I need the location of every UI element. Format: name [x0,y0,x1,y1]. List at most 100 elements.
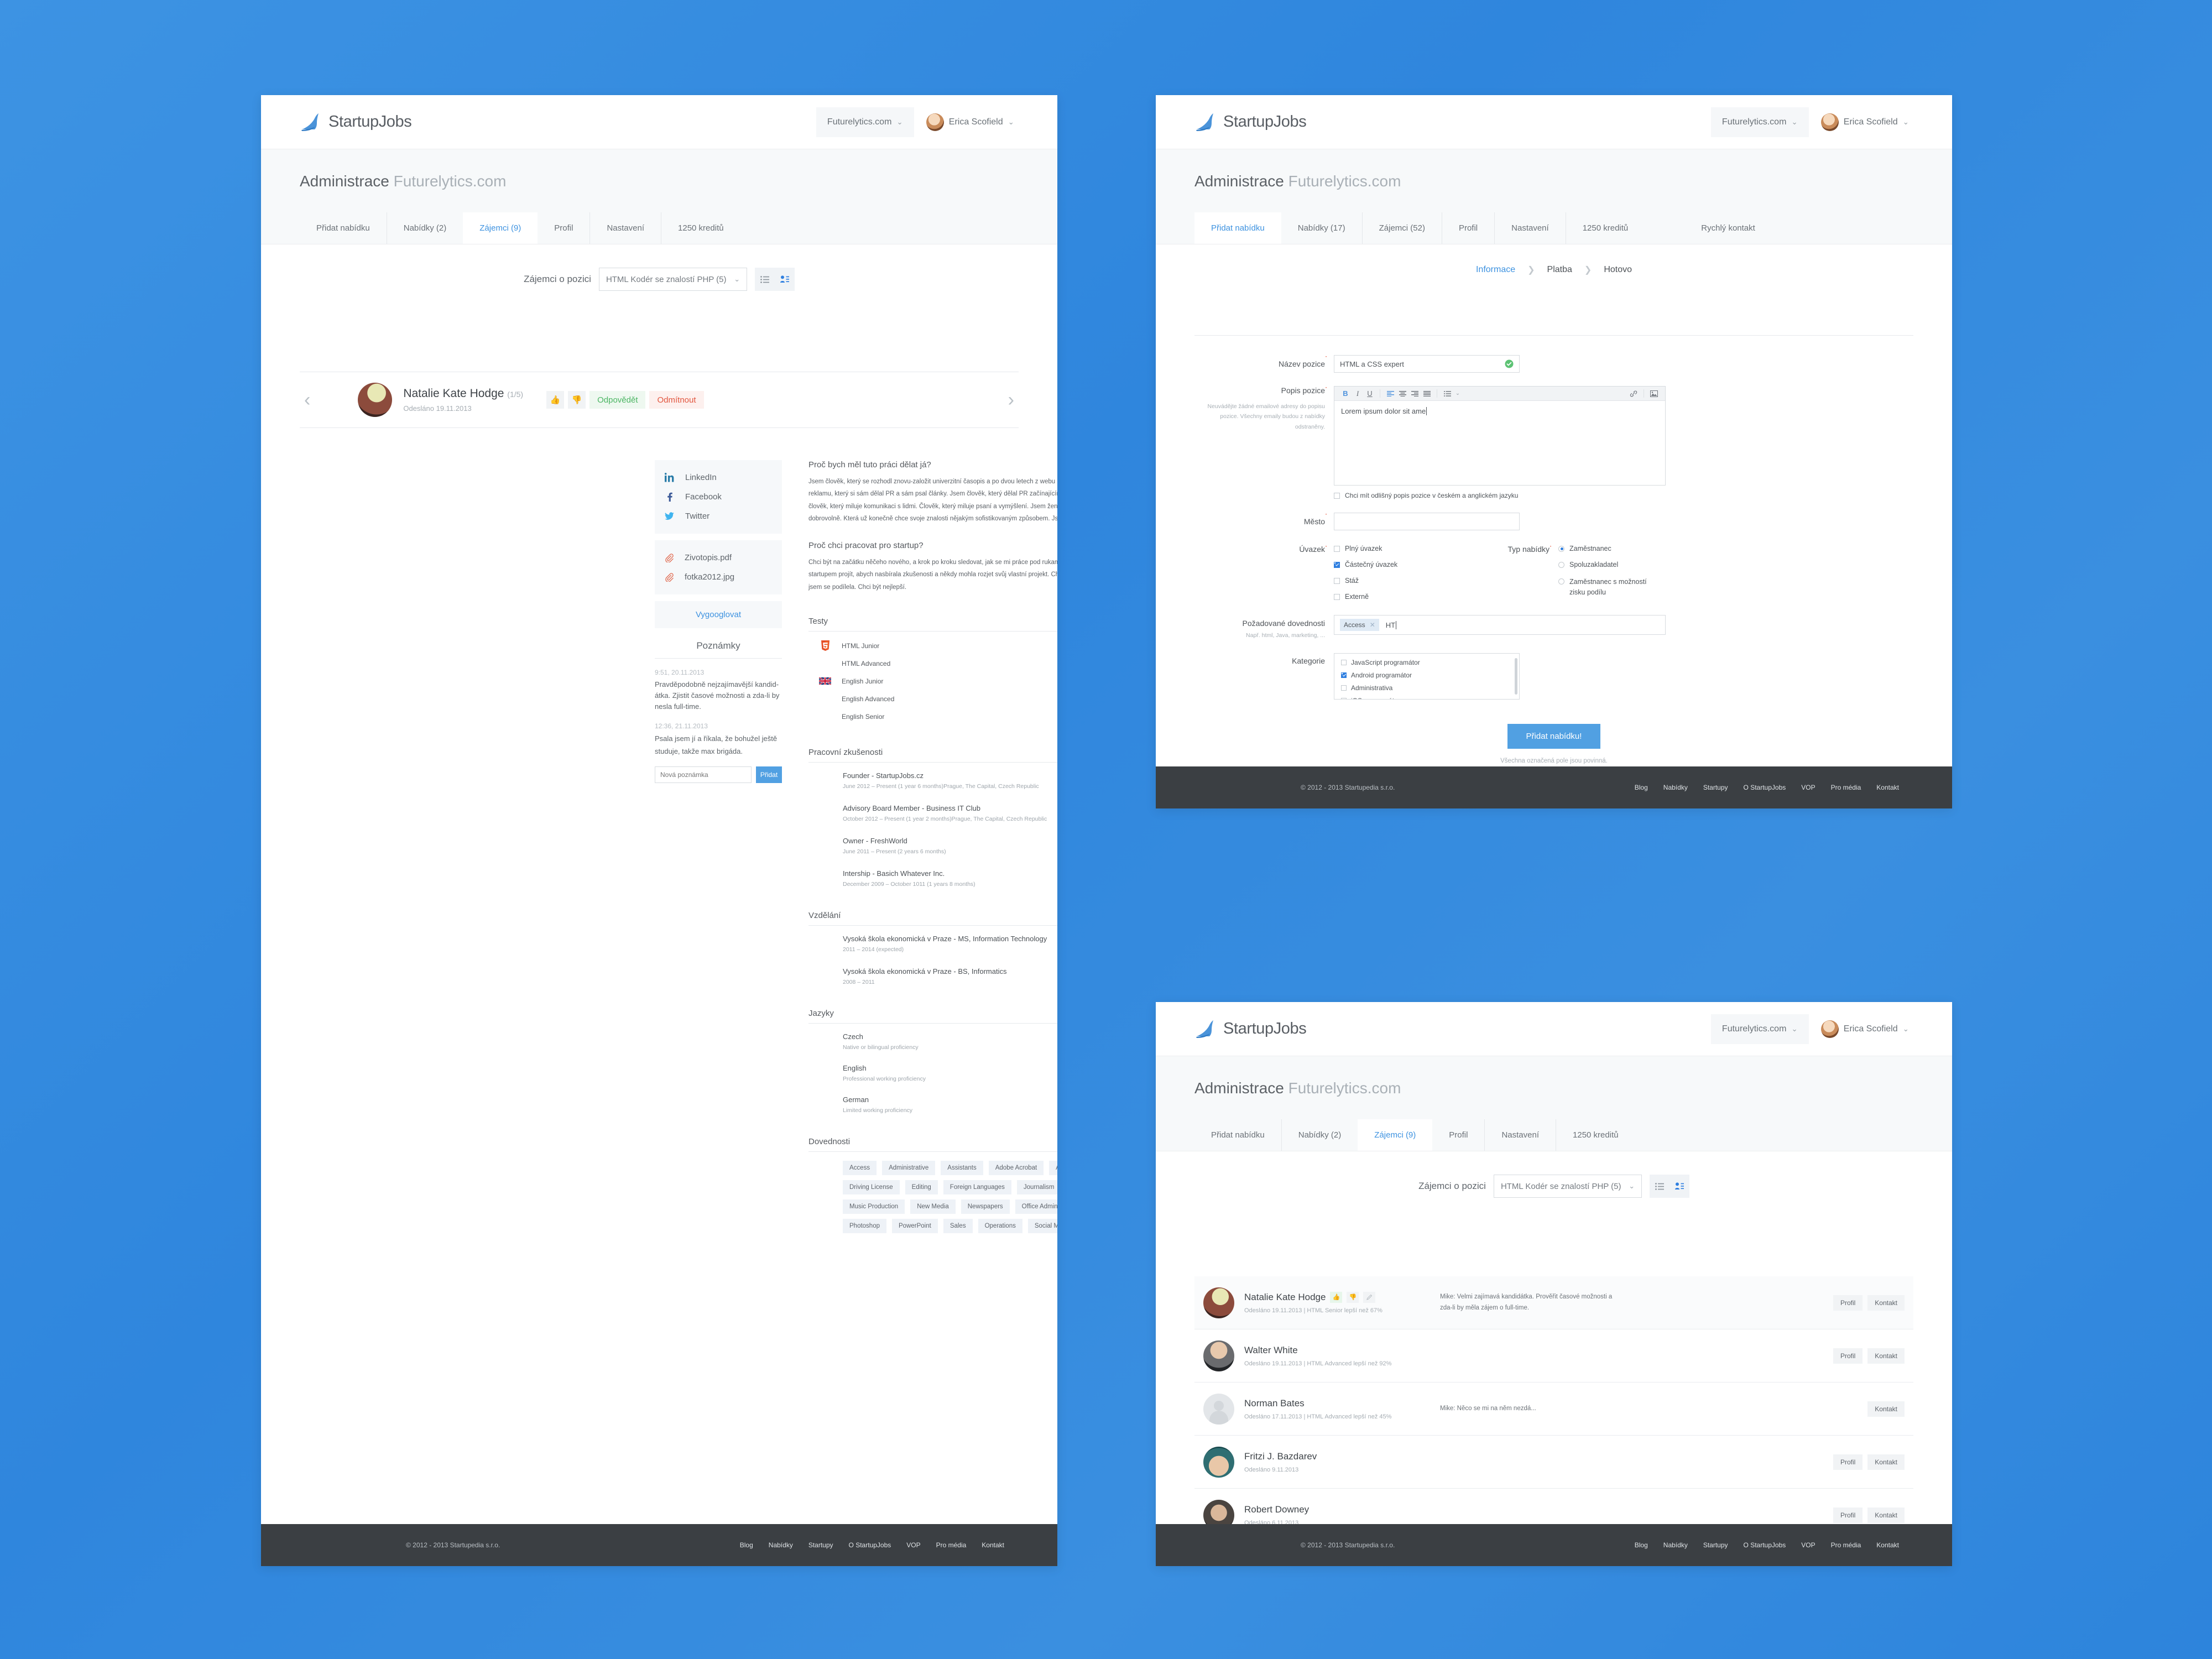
brand-logo[interactable]: StartupJobs [1194,113,1307,132]
checkbox[interactable] [1341,698,1347,699]
new-note-input[interactable] [655,766,752,783]
tab-pridat-nabidku[interactable]: Přidat nabídku [1194,1119,1281,1151]
footer-link[interactable]: Blog [1635,784,1648,791]
workload-option-castecny[interactable]: Částečný úvazek [1334,561,1478,568]
tab-zajemci[interactable]: Zájemci (9) [1358,1119,1433,1151]
description-textarea[interactable]: Lorem ipsum dolor sit ame [1334,401,1665,421]
prev-candidate-button[interactable]: ‹ [304,390,310,409]
category-option-administrativa[interactable]: Administrativa [1341,684,1512,692]
list-view-button[interactable] [754,268,775,291]
city-input[interactable] [1334,513,1520,530]
workload-option-plny[interactable]: Plný úvazek [1334,545,1478,552]
align-center-icon[interactable] [1396,388,1408,400]
position-filter-select[interactable]: HTML Kodér se znalostí PHP (5) ⌄ [598,268,747,291]
footer-link[interactable]: VOP [906,1541,920,1549]
footer-link[interactable]: Blog [1635,1541,1648,1549]
footer-link[interactable]: Startupy [1703,1541,1728,1549]
step-informace[interactable]: Informace [1476,265,1515,275]
radio[interactable] [1558,561,1564,568]
footer-link[interactable]: O StartupJobs [1744,1541,1786,1549]
footer-link[interactable]: O StartupJobs [849,1541,891,1549]
tab-nastaveni[interactable]: Nastavení [1484,1119,1556,1151]
tab-rychly-kontakt[interactable]: Rychlý kontakt [1645,212,1772,244]
attachment-item[interactable]: fotka2012.jpg [655,567,782,587]
candidate-row[interactable]: Natalie Kate Hodge 👍 👎 Odesláno 19.11.20… [1194,1276,1913,1329]
profile-button[interactable]: Profil [1833,1454,1863,1470]
contact-button[interactable]: Kontakt [1867,1295,1905,1311]
tab-zajemci[interactable]: Zájemci (52) [1361,212,1442,244]
company-selector[interactable]: Futurelytics.com ⌄ [816,107,914,137]
card-view-button[interactable] [774,268,795,291]
contact-button[interactable]: Kontakt [1867,1348,1905,1364]
offertype-option-zamestnanec[interactable]: Zaměstnanec [1558,545,1663,552]
align-right-icon[interactable] [1408,388,1421,400]
card-view-button[interactable] [1669,1175,1689,1198]
user-menu[interactable]: Erica Scofield ⌄ [914,113,1014,131]
tab-kredity[interactable]: 1250 kreditů [1556,1119,1635,1151]
italic-icon[interactable]: I [1352,388,1364,400]
footer-link[interactable]: O StartupJobs [1744,784,1786,791]
category-option-android[interactable]: Android programátor [1341,671,1512,679]
footer-link[interactable]: Blog [740,1541,753,1549]
checkbox[interactable] [1341,685,1347,691]
radio[interactable] [1558,578,1564,585]
brand-logo[interactable]: StartupJobs [1194,1020,1307,1039]
chevron-down-icon[interactable]: ⌄ [1453,388,1462,400]
tab-kredity[interactable]: 1250 kreditů [1565,212,1645,244]
footer-link[interactable]: Nabídky [1663,1541,1688,1549]
contact-button[interactable]: Kontakt [1867,1507,1905,1523]
description-editor[interactable]: B I U ⌄ Lorem ipsum dolor sit ame [1334,386,1666,486]
reply-button[interactable]: Odpovědět [589,391,646,409]
workload-option-staz[interactable]: Stáž [1334,577,1478,585]
checkbox[interactable] [1334,577,1340,584]
footer-link[interactable]: Startupy [808,1541,833,1549]
footer-link[interactable]: VOP [1801,784,1815,791]
contact-button[interactable]: Kontakt [1867,1401,1905,1417]
workload-option-externe[interactable]: Externě [1334,593,1478,601]
position-filter-select[interactable]: HTML Kodér se znalostí PHP (5) ⌄ [1493,1175,1642,1198]
tab-nabidky[interactable]: Nabídky (17) [1281,212,1362,244]
step-hotovo[interactable]: Hotovo [1604,265,1632,275]
checkbox[interactable] [1334,593,1340,600]
footer-link[interactable]: Startupy [1703,784,1728,791]
thumbs-up-button[interactable]: 👍 [1330,1291,1343,1303]
submit-offer-button[interactable]: Přidat nabídku! [1507,724,1600,749]
tab-profil[interactable]: Profil [1441,212,1494,244]
category-listbox[interactable]: JavaScript programátor Android programát… [1334,653,1520,700]
offertype-option-spoluzakladatel[interactable]: Spoluzakladatel [1558,561,1663,568]
bullet-list-icon[interactable] [1441,388,1453,400]
candidate-row[interactable]: Fritzi J. Bazdarev Odesláno 9.11.2013 Pr… [1194,1436,1913,1489]
thumbs-down-button[interactable]: 👎 [1347,1291,1359,1303]
position-input[interactable]: HTML a CSS expert [1334,355,1520,373]
radio[interactable] [1558,545,1564,552]
contact-button[interactable]: Kontakt [1867,1454,1905,1470]
footer-link[interactable]: Nabídky [1663,784,1688,791]
reject-button[interactable]: Odmítnout [649,391,704,409]
checkbox[interactable] [1334,545,1340,552]
category-option-javascript[interactable]: JavaScript programátor [1341,659,1512,666]
social-link-linkedin[interactable]: LinkedIn [655,468,782,487]
tab-profil[interactable]: Profil [538,212,589,244]
tab-nastaveni[interactable]: Nastavení [589,212,661,244]
underline-icon[interactable]: U [1364,388,1376,400]
checkbox[interactable] [1334,561,1340,568]
user-menu[interactable]: Erica Scofield ⌄ [1809,1020,1909,1038]
add-note-button[interactable]: Přidat [756,766,782,783]
social-link-twitter[interactable]: Twitter [655,507,782,526]
footer-link[interactable]: Pro média [1831,1541,1861,1549]
social-link-facebook[interactable]: Facebook [655,487,782,507]
tab-pridat-nabidku[interactable]: Přidat nabídku [300,212,387,244]
footer-link[interactable]: Kontakt [982,1541,1004,1549]
tab-pridat-nabidku[interactable]: Přidat nabídku [1194,212,1281,244]
tab-zajemci[interactable]: Zájemci (9) [463,212,538,244]
brand-logo[interactable]: StartupJobs [300,113,412,132]
skills-input[interactable]: Access ✕ HT [1334,615,1666,635]
user-menu[interactable]: Erica Scofield ⌄ [1809,113,1909,131]
list-view-button[interactable] [1649,1175,1670,1198]
profile-button[interactable]: Profil [1833,1295,1863,1311]
candidate-row[interactable]: Walter White Odesláno 19.11.2013 | HTML … [1194,1329,1913,1383]
footer-link[interactable]: Pro média [1831,784,1861,791]
tab-kredity[interactable]: 1250 kreditů [661,212,740,244]
company-selector[interactable]: Futurelytics.com ⌄ [1710,107,1809,137]
align-left-icon[interactable] [1384,388,1396,400]
